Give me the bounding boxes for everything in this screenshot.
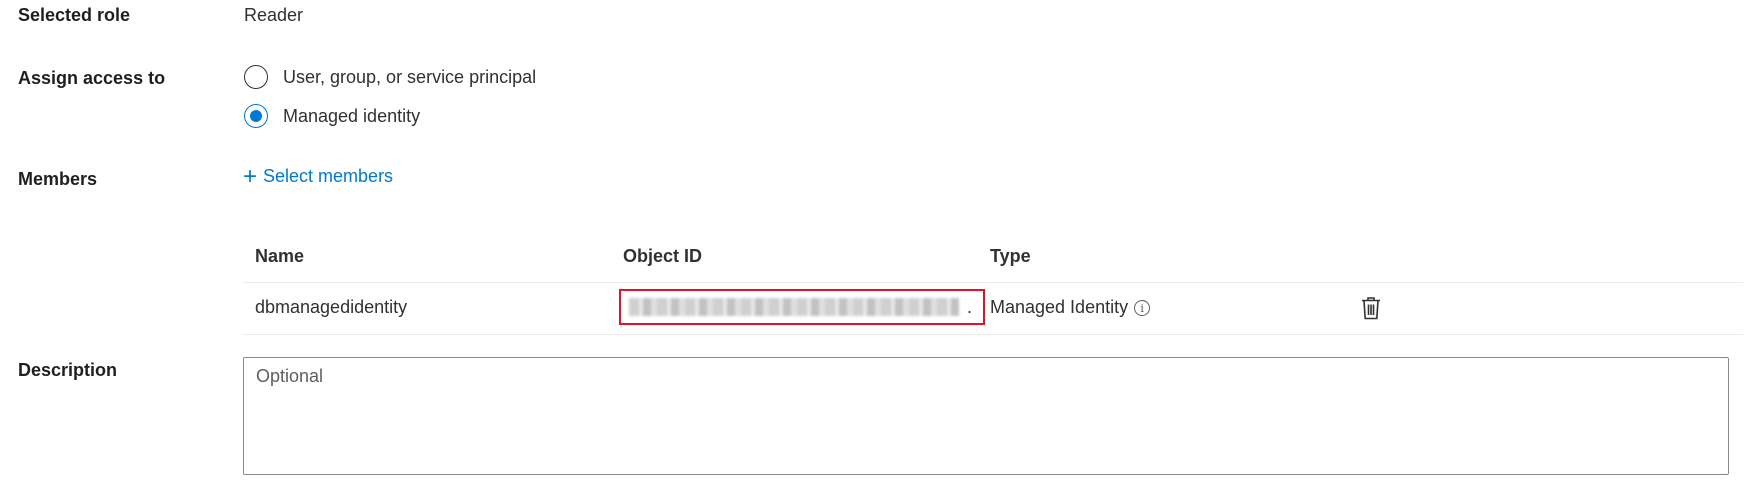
members-label: Members xyxy=(18,169,98,189)
column-header-name: Name xyxy=(255,246,305,266)
radio-unchecked-icon[interactable] xyxy=(244,65,268,89)
column-header-object-id: Object ID xyxy=(623,246,703,266)
select-members-text: Select members xyxy=(263,166,394,186)
table-header: Name Object ID Type xyxy=(243,236,1743,283)
radio-label-user-group-principal: User, group, or service principal xyxy=(283,66,537,87)
column-header-type: Type xyxy=(990,246,1031,266)
trash-icon[interactable] xyxy=(1361,296,1381,325)
table-row: dbmanagedidentity . Managed Identity i xyxy=(243,283,1743,335)
object-id-suffix: . xyxy=(967,296,973,317)
member-type: Managed Identity i xyxy=(990,297,1151,318)
radio-managed-identity[interactable]: Managed identity xyxy=(244,104,420,128)
member-type-text: Managed Identity xyxy=(990,297,1129,317)
info-icon[interactable]: i xyxy=(1134,300,1151,317)
radio-label-managed-identity: Managed identity xyxy=(283,105,421,126)
select-members-link[interactable]: + Select members xyxy=(243,162,394,190)
members-table: Name Object ID Type dbmanagedidentity . … xyxy=(243,236,1743,335)
selected-role-label: Selected role xyxy=(18,5,131,25)
radio-checked-icon[interactable] xyxy=(244,104,268,128)
plus-icon: + xyxy=(243,162,258,190)
redacted-object-id xyxy=(629,298,959,316)
object-id-redacted-box: . xyxy=(619,289,985,325)
description-textarea[interactable] xyxy=(243,357,1729,475)
radio-user-group-principal[interactable]: User, group, or service principal xyxy=(244,65,536,89)
selected-role-value: Reader xyxy=(244,5,304,25)
member-name: dbmanagedidentity xyxy=(255,297,408,317)
assign-access-label: Assign access to xyxy=(18,68,166,88)
description-label: Description xyxy=(18,360,118,380)
